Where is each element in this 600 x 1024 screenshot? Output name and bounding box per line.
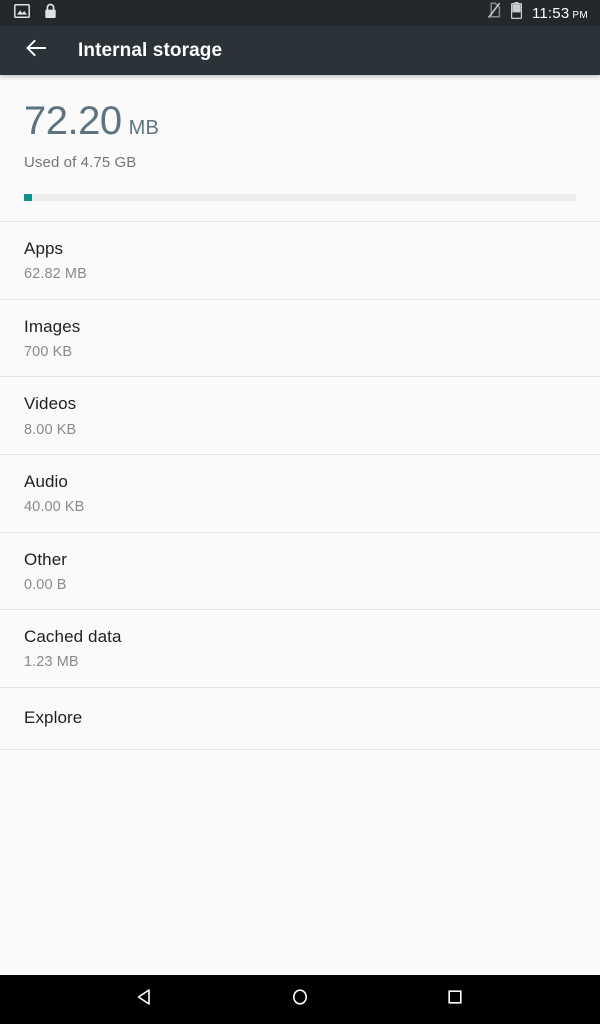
nav-home-button[interactable] xyxy=(272,975,328,1024)
storage-used-unit: MB xyxy=(128,117,160,139)
nav-recents-button[interactable] xyxy=(427,975,483,1024)
storage-summary: 72.20 MB Used of 4.75 GB xyxy=(0,75,600,171)
status-bar-left-icons xyxy=(14,3,57,24)
list-item-size: 1.23 MB xyxy=(24,654,79,671)
system-navigation-bar xyxy=(0,975,600,1024)
list-item[interactable]: Apps 62.82 MB xyxy=(0,222,600,299)
list-item-size: 40.00 KB xyxy=(24,499,85,516)
list-item-size: 62.82 MB xyxy=(24,266,87,283)
list-item-title: Videos xyxy=(24,394,77,414)
list-item[interactable]: Images 700 KB xyxy=(0,300,600,377)
status-bar-clock: 11:53 PM xyxy=(532,6,588,21)
storage-category-list: Apps 62.82 MB Images 700 KB Videos 8.00 KB Aud… xyxy=(0,221,600,751)
no-sim-icon xyxy=(487,2,501,24)
list-item[interactable]: Videos 8.00 KB xyxy=(0,377,600,454)
list-item-title: Images xyxy=(24,316,81,336)
page-title: Internal storage xyxy=(78,39,223,61)
storage-used-amount: 72.20 MB xyxy=(24,101,576,141)
list-item[interactable]: Explore xyxy=(0,688,600,749)
list-item-title: Explore xyxy=(24,707,83,727)
clock-time: 11:53 xyxy=(531,4,570,22)
list-item-title: Other xyxy=(24,549,68,569)
list-item-title: Audio xyxy=(24,471,68,491)
back-arrow-icon xyxy=(25,38,49,63)
nav-back-button[interactable] xyxy=(117,975,173,1024)
screenshot-image-icon xyxy=(14,3,30,23)
status-bar-right-icons: 11:53 PM xyxy=(487,2,588,24)
storage-used-value: 72.20 xyxy=(24,99,122,143)
storage-content: 72.20 MB Used of 4.75 GB Apps 62.82 MB Ima… xyxy=(0,75,600,975)
list-item-title: Cached data xyxy=(24,627,122,647)
list-item-size: 0.00 B xyxy=(24,576,67,593)
back-button[interactable] xyxy=(22,36,52,66)
list-divider xyxy=(0,749,600,751)
home-circle-icon xyxy=(290,987,310,1012)
recents-square-icon xyxy=(445,987,465,1012)
app-toolbar: Internal storage xyxy=(0,26,600,75)
list-item[interactable]: Cached data 1.23 MB xyxy=(0,610,600,687)
back-triangle-icon xyxy=(135,987,155,1012)
lock-icon xyxy=(44,3,57,24)
clock-meridiem: PM xyxy=(572,9,588,21)
android-screen: 11:53 PM Internal storage 72.20 MB Used … xyxy=(0,0,600,1024)
storage-progress-bar xyxy=(24,194,576,201)
list-item-size: 700 KB xyxy=(24,343,73,360)
list-item-title: Apps xyxy=(24,239,64,258)
status-bar: 11:53 PM xyxy=(0,0,600,26)
list-item-size: 8.00 KB xyxy=(24,421,77,438)
storage-total-caption: Used of 4.75 GB xyxy=(24,154,137,171)
list-item[interactable]: Audio 40.00 KB xyxy=(0,455,600,532)
list-item[interactable]: Other 0.00 B xyxy=(0,533,600,610)
battery-icon xyxy=(510,2,522,24)
storage-progress-fill xyxy=(24,194,33,201)
